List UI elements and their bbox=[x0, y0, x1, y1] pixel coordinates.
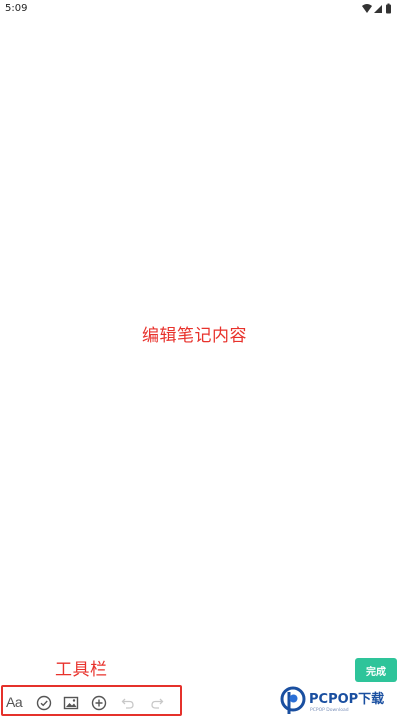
annotation-edit-content: 编辑笔记内容 bbox=[142, 326, 247, 346]
pcpop-watermark-logo: PCPOP下载 PCPOP Download bbox=[280, 686, 384, 714]
text-format-icon[interactable]: Aa bbox=[6, 694, 23, 710]
redo-icon[interactable] bbox=[148, 694, 166, 712]
wifi-icon bbox=[362, 4, 372, 13]
undo-icon[interactable] bbox=[119, 694, 137, 712]
status-time: 5:09 bbox=[5, 3, 28, 14]
battery-icon bbox=[386, 4, 391, 14]
done-button[interactable]: 完成 bbox=[355, 658, 397, 682]
status-icons bbox=[362, 3, 391, 14]
image-icon[interactable] bbox=[62, 694, 80, 712]
annotation-toolbar: 工具栏 bbox=[55, 660, 108, 680]
signal-icon bbox=[374, 5, 382, 13]
status-bar: 5:09 bbox=[0, 0, 403, 18]
watermark-subtext: PCPOP Download bbox=[310, 707, 349, 713]
add-icon[interactable] bbox=[90, 694, 108, 712]
checklist-icon[interactable] bbox=[35, 694, 53, 712]
watermark-text: PCPOP下载 bbox=[309, 691, 384, 707]
